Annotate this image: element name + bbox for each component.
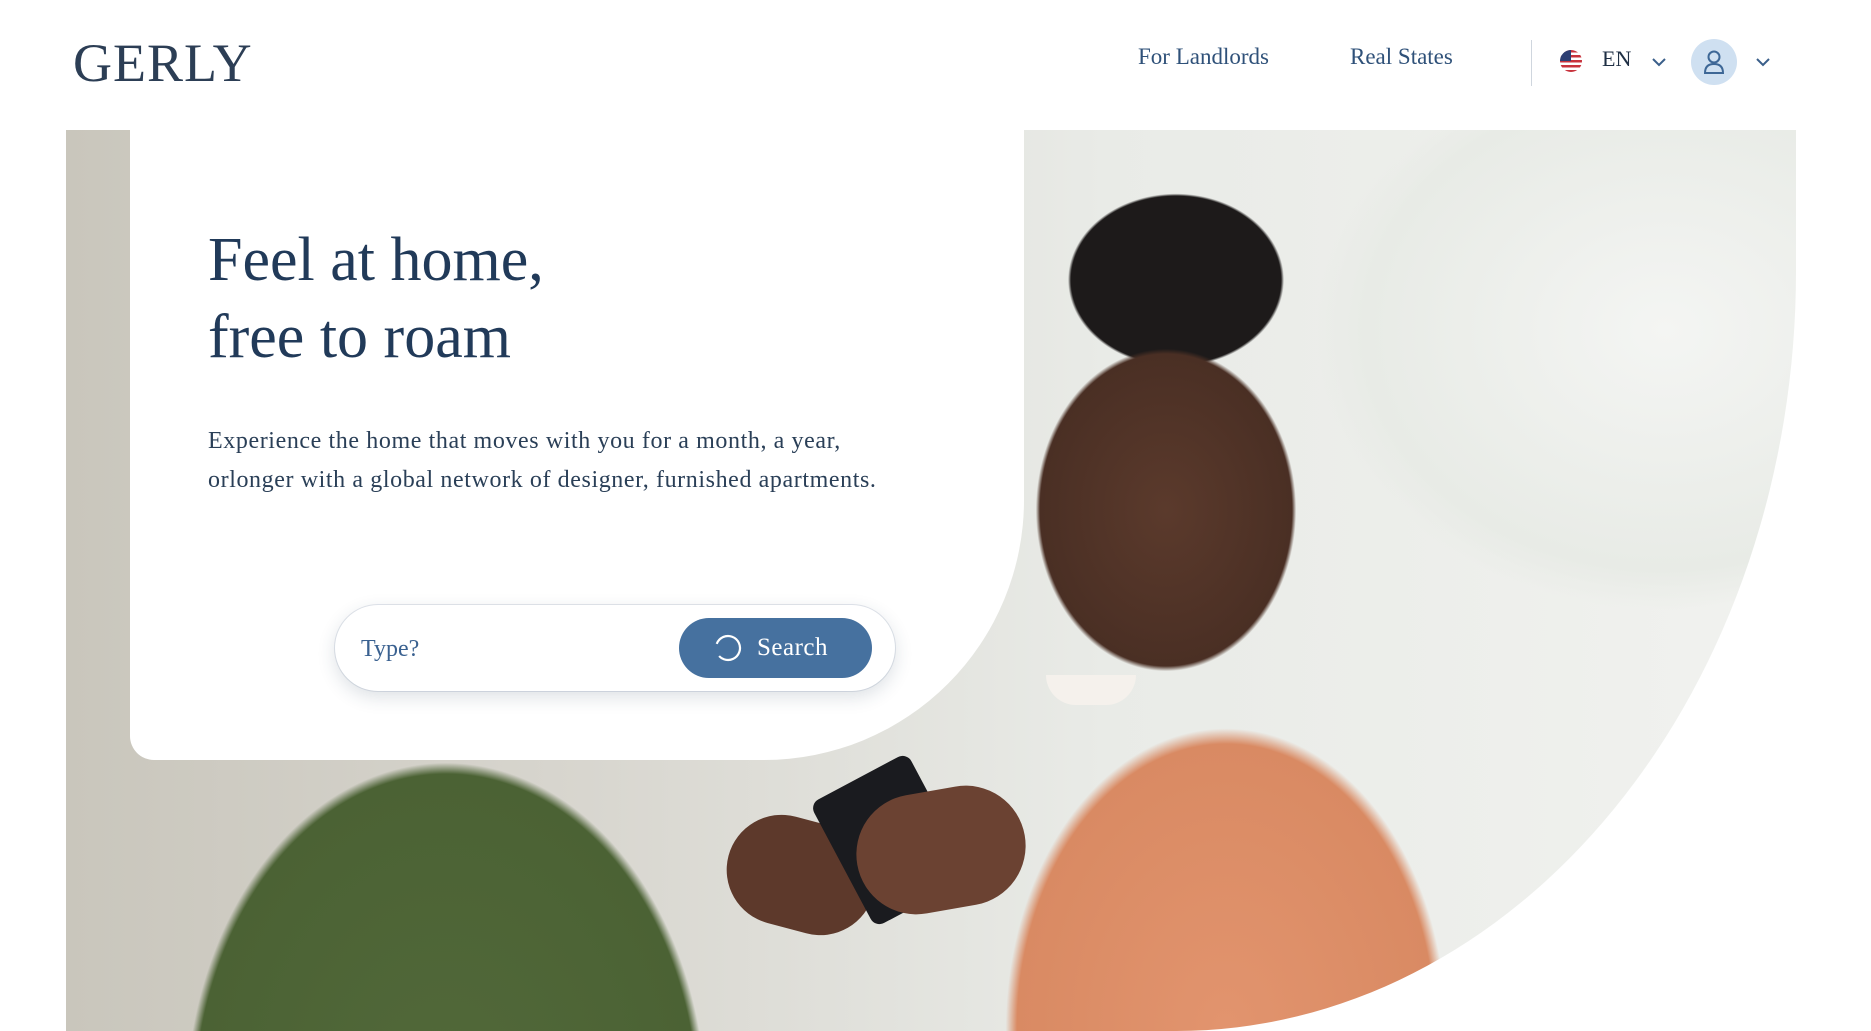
search-button-label: Search [757,634,829,661]
search-input[interactable] [359,625,663,673]
nav-link-real-states[interactable]: Real States [1350,44,1453,70]
us-flag-icon[interactable] [1560,50,1582,72]
hero-headline: Feel at home, free to roam [208,226,544,371]
site-header: GERLY For Landlords Real States EN [0,0,1871,128]
language-code[interactable]: EN [1602,46,1631,72]
gerly-logo[interactable]: GERLY [73,32,253,94]
header-divider [1531,40,1532,86]
user-icon [1703,50,1725,74]
chevron-down-icon[interactable] [1650,56,1668,68]
chevron-down-icon[interactable] [1754,56,1772,68]
nav-link-for-landlords[interactable]: For Landlords [1138,44,1269,70]
search-button[interactable]: Search [679,618,872,678]
hero-image-smile [1046,675,1136,705]
search-spinner-icon [714,634,742,662]
search-bar: Search [335,605,895,691]
hero-card: Feel at home, free to roam Experience th… [130,110,1024,760]
hero-subtext: Experience the home that moves with you … [208,428,877,493]
user-avatar[interactable] [1691,39,1737,85]
